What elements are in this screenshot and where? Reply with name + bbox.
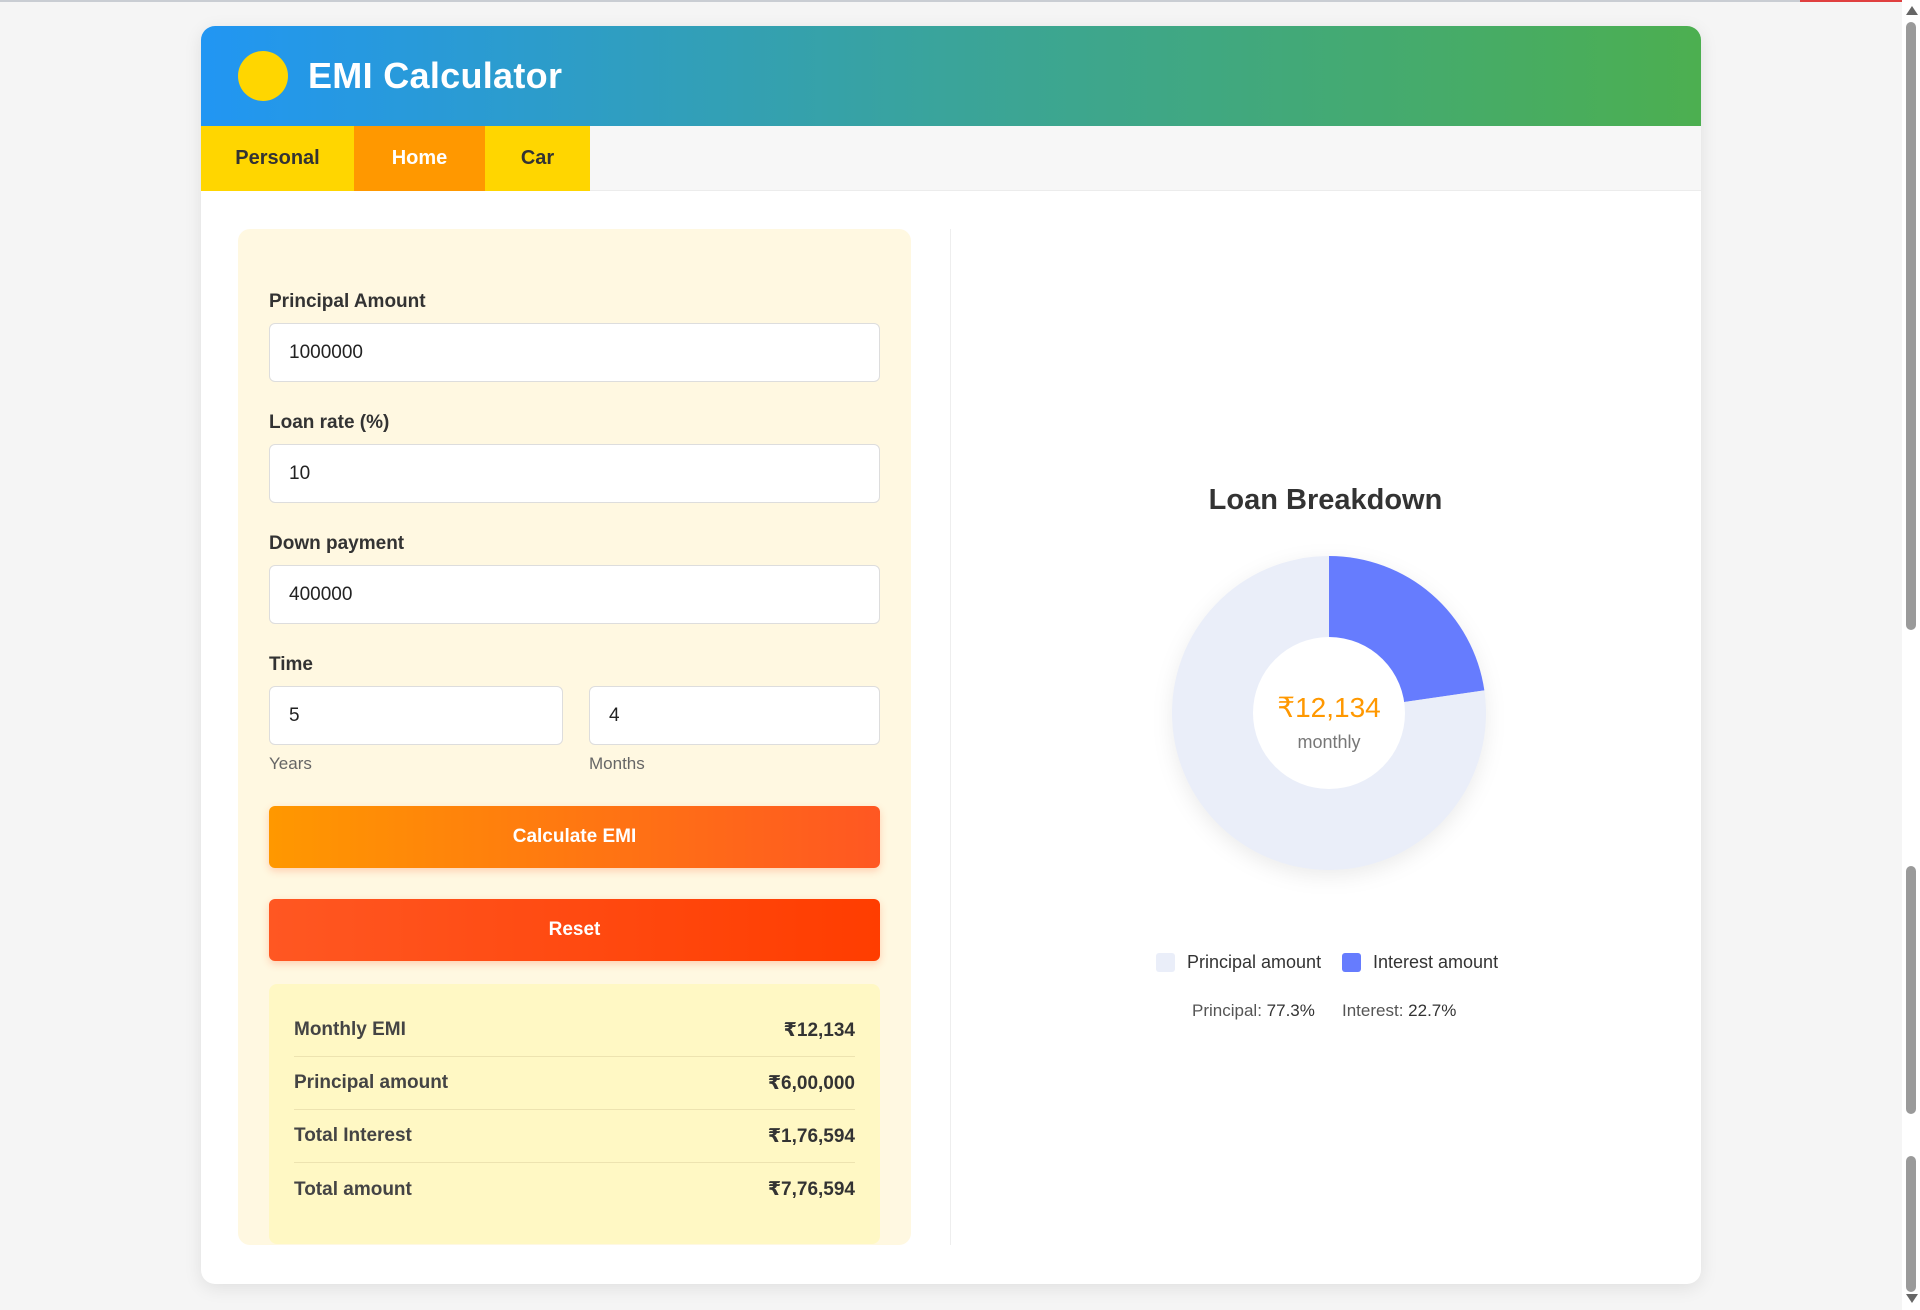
- down-payment-label: Down payment: [269, 533, 405, 554]
- input-form-panel: Principal Amount Loan rate (%) Down paym…: [238, 229, 911, 1245]
- app-title: EMI Calculator: [308, 55, 563, 96]
- years-sublabel: Years: [269, 754, 312, 773]
- chart-title: Loan Breakdown: [1208, 484, 1443, 516]
- years-input[interactable]: [269, 686, 563, 745]
- legend-interest-swatch: [1342, 953, 1361, 972]
- result-row-principal: Principal amount ₹6,00,000: [294, 1057, 855, 1110]
- principal-label: Principal Amount: [269, 291, 426, 312]
- result-value: ₹6,00,000: [767, 1072, 855, 1094]
- loan-type-tabs: Personal Home Car: [201, 126, 1701, 191]
- scroll-down-arrow-icon[interactable]: [1906, 1294, 1918, 1303]
- result-label: Monthly EMI: [294, 1019, 406, 1040]
- time-label: Time: [269, 654, 314, 675]
- principal-pct-value: 77.3%: [1266, 1001, 1315, 1020]
- browser-top-border: [0, 0, 1920, 2]
- legend-interest-label: Interest amount: [1373, 952, 1499, 972]
- tab-car[interactable]: Car: [485, 126, 590, 191]
- legend-principal-swatch: [1156, 953, 1175, 972]
- legend-principal-label: Principal amount: [1187, 952, 1322, 972]
- scroll-up-arrow-icon[interactable]: [1906, 6, 1918, 15]
- loan-breakdown-donut-chart: ₹12,134 monthly: [1171, 555, 1487, 871]
- principal-input[interactable]: [269, 323, 880, 382]
- logo-circle-icon: [238, 51, 288, 101]
- reset-button[interactable]: Reset: [269, 899, 880, 961]
- scrollbar-thumb-upper[interactable]: [1906, 22, 1916, 630]
- result-value: ₹12,134: [783, 1019, 855, 1041]
- legend-interest: Interest amount: [1342, 952, 1498, 973]
- donut-center-emi: ₹12,134: [1277, 692, 1381, 723]
- calculator-card: EMI Calculator Personal Home Car Princip…: [201, 26, 1701, 1284]
- calculate-emi-button[interactable]: Calculate EMI: [269, 806, 880, 868]
- result-value: ₹1,76,594: [767, 1125, 855, 1147]
- scrollbar-thumb-lower[interactable]: [1906, 1156, 1916, 1292]
- app-header: EMI Calculator: [201, 26, 1701, 126]
- results-summary: Monthly EMI ₹12,134 Principal amount ₹6,…: [269, 984, 880, 1244]
- result-row-total-amount: Total amount ₹7,76,594: [294, 1163, 855, 1216]
- months-sublabel: Months: [589, 754, 645, 773]
- legend-principal: Principal amount: [1156, 952, 1321, 973]
- panel-divider: [950, 229, 951, 1245]
- interest-percentage: Interest: 22.7%: [1342, 1001, 1456, 1021]
- result-label: Total Interest: [294, 1125, 412, 1146]
- page-scrollbar[interactable]: [1902, 0, 1920, 1310]
- donut-center-label: monthly: [1297, 732, 1361, 752]
- rate-label: Loan rate (%): [269, 412, 390, 433]
- tab-personal[interactable]: Personal: [201, 126, 354, 191]
- result-row-total-interest: Total Interest ₹1,76,594: [294, 1110, 855, 1163]
- rate-input[interactable]: [269, 444, 880, 503]
- result-row-monthly-emi: Monthly EMI ₹12,134: [294, 1004, 855, 1057]
- result-value: ₹7,76,594: [767, 1179, 855, 1200]
- tab-home[interactable]: Home: [354, 126, 485, 191]
- down-payment-input[interactable]: [269, 565, 880, 624]
- scrollbar-thumb-middle[interactable]: [1906, 866, 1916, 1114]
- result-label: Principal amount: [294, 1072, 449, 1093]
- result-label: Total amount: [294, 1178, 412, 1200]
- principal-percentage: Principal: 77.3%: [1192, 1001, 1315, 1021]
- months-input[interactable]: [589, 686, 880, 745]
- interest-pct-label: Interest:: [1342, 1001, 1404, 1020]
- interest-pct-value: 22.7%: [1408, 1001, 1457, 1020]
- principal-pct-label: Principal:: [1192, 1001, 1262, 1020]
